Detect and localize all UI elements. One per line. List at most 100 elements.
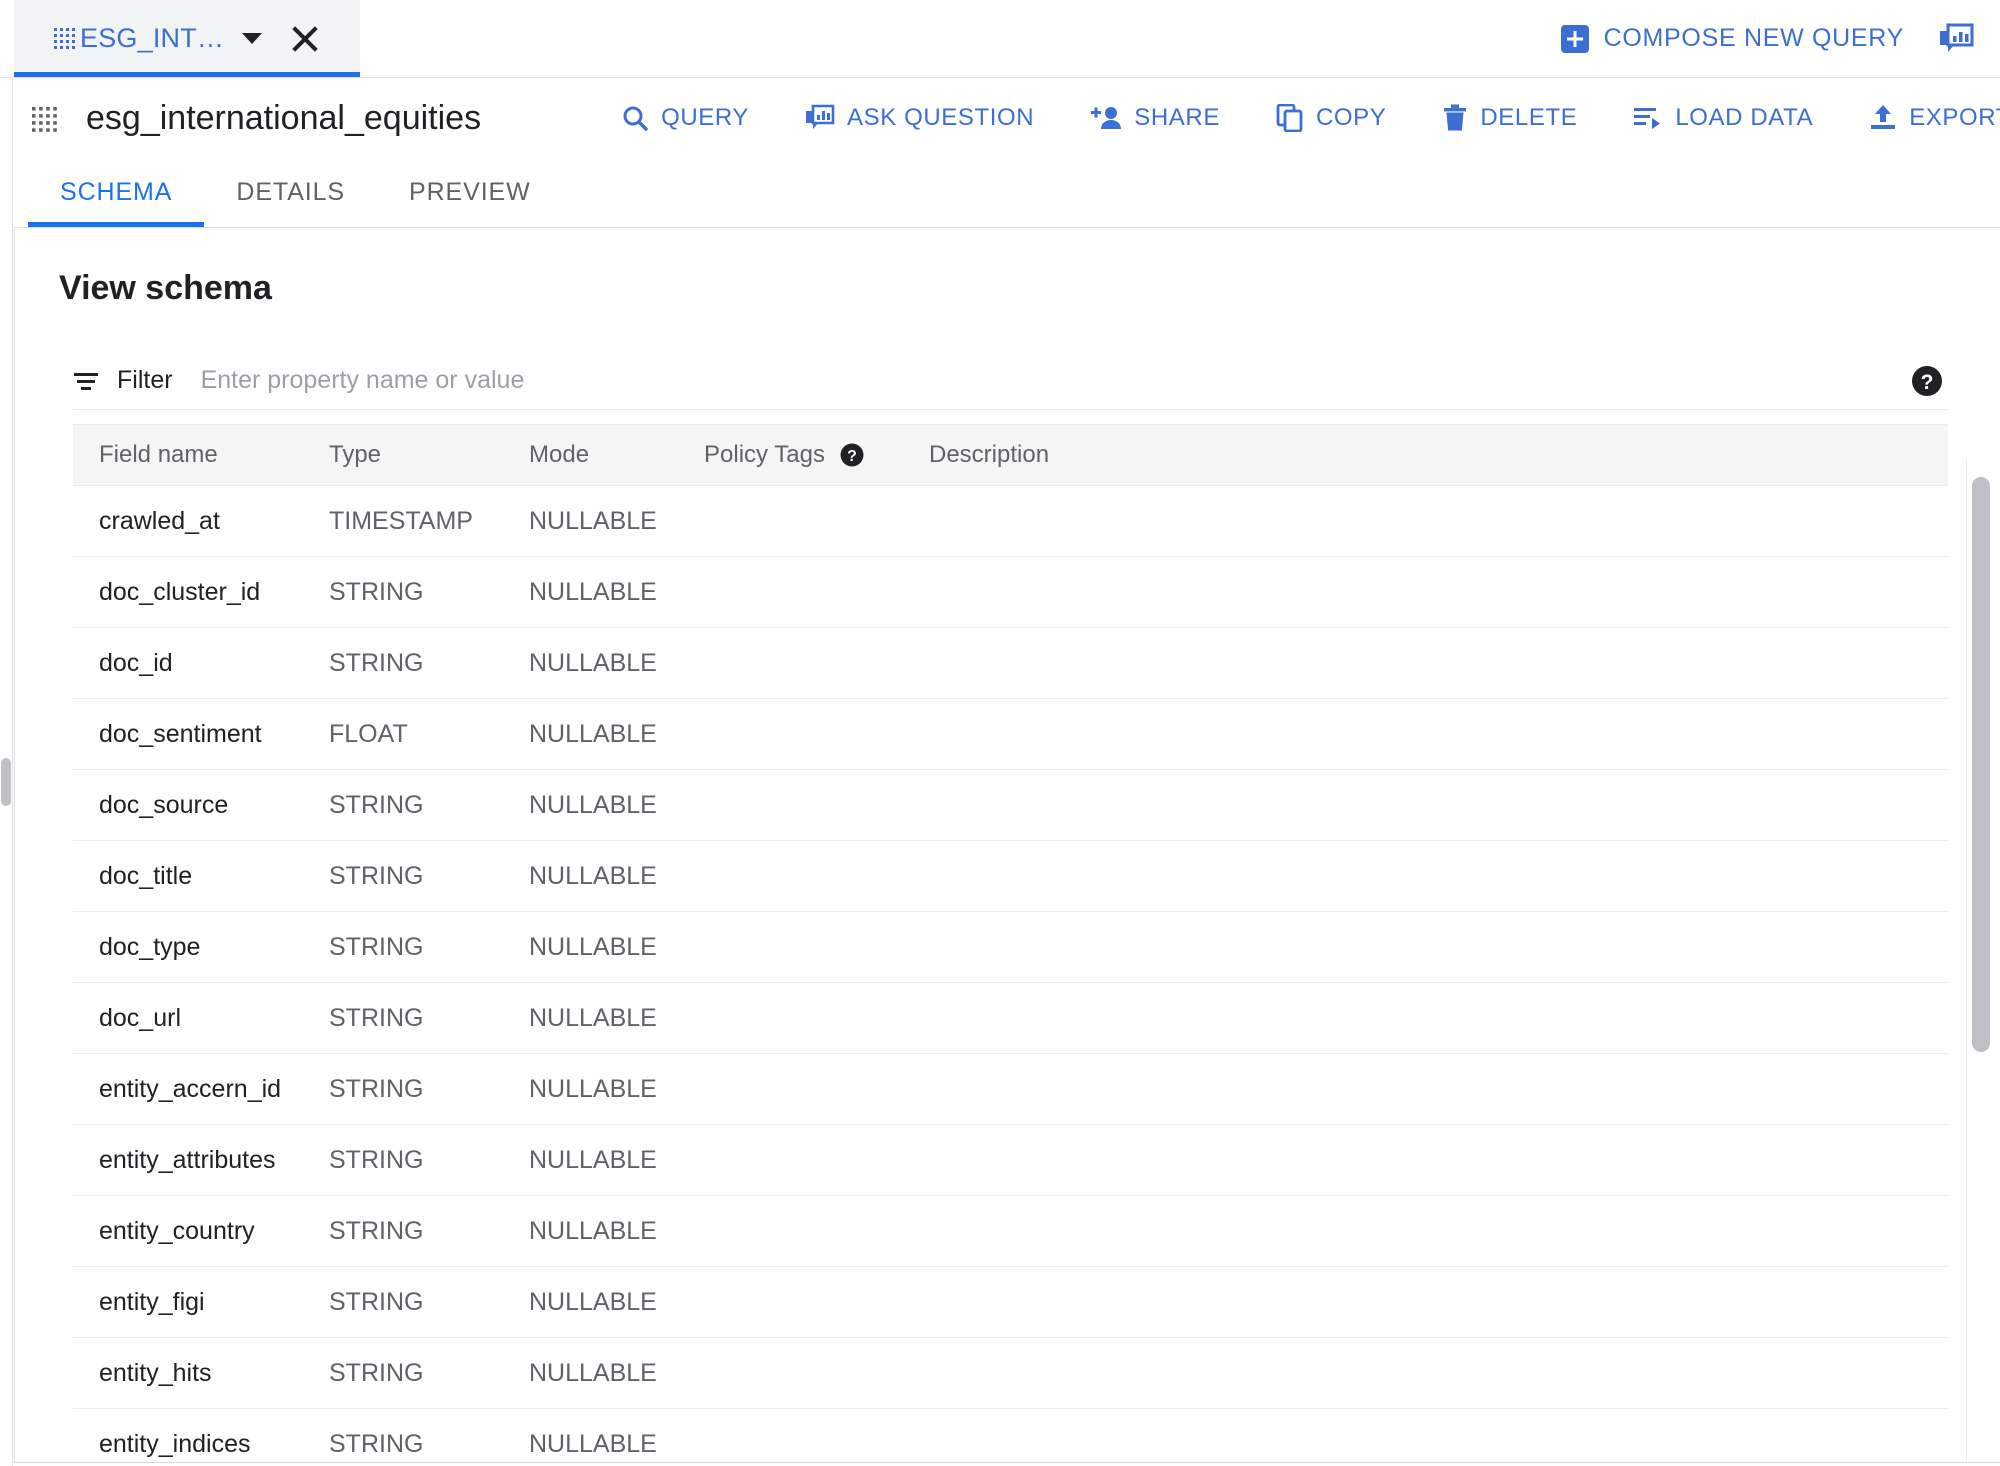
- cell-type: STRING: [329, 1195, 529, 1267]
- cell-tags: [704, 627, 929, 699]
- tab-strip: ESG_INT… COMPOSE NEW QUERY: [0, 0, 2000, 78]
- cell-mode: NULLABLE: [529, 911, 704, 983]
- cell-tags: [704, 1408, 929, 1466]
- tab-details[interactable]: DETAILS: [204, 158, 377, 227]
- table-row[interactable]: entity_indices STRING NULLABLE: [73, 1408, 1948, 1466]
- chevron-down-icon[interactable]: [242, 33, 263, 44]
- col-header-field-name[interactable]: Field name: [73, 424, 329, 486]
- document-tab-esg[interactable]: ESG_INT…: [14, 0, 360, 77]
- cell-description: [929, 485, 1948, 557]
- tab-details-label: DETAILS: [236, 178, 346, 206]
- table-row[interactable]: entity_hits STRING NULLABLE: [73, 1337, 1948, 1409]
- cell-mode: NULLABLE: [529, 840, 704, 912]
- cell-field: entity_indices: [73, 1408, 329, 1466]
- cell-description: [929, 769, 1948, 841]
- cell-field: entity_hits: [73, 1337, 329, 1409]
- ask-question-button[interactable]: ASK QUESTION: [777, 104, 1062, 132]
- table-row[interactable]: doc_url STRING NULLABLE: [73, 982, 1948, 1054]
- cell-field: doc_id: [73, 627, 329, 699]
- schema-table-head: Field name Type Mode Policy Tags ? Descr…: [73, 424, 1948, 486]
- col-header-mode[interactable]: Mode: [529, 424, 704, 486]
- cell-field: crawled_at: [73, 485, 329, 557]
- table-row[interactable]: entity_figi STRING NULLABLE: [73, 1266, 1948, 1338]
- close-icon[interactable]: [288, 22, 322, 56]
- cell-mode: NULLABLE: [529, 1124, 704, 1196]
- add-box-icon: [1560, 24, 1589, 53]
- cell-tags: [704, 1266, 929, 1338]
- table-row[interactable]: doc_id STRING NULLABLE: [73, 627, 1948, 699]
- col-header-policy-tags-label: Policy Tags: [704, 441, 825, 468]
- cell-type: STRING: [329, 982, 529, 1054]
- tab-strip-actions: COMPOSE NEW QUERY: [1560, 0, 2000, 77]
- cell-mode: NULLABLE: [529, 982, 704, 1054]
- cell-type: TIMESTAMP: [329, 485, 529, 557]
- help-icon[interactable]: ?: [839, 442, 865, 468]
- compose-new-query-button[interactable]: COMPOSE NEW QUERY: [1560, 24, 1904, 54]
- cell-field: entity_figi: [73, 1266, 329, 1338]
- left-panel-scrollbar-thumb[interactable]: [1, 758, 11, 806]
- dashboard-chart-icon[interactable]: [1938, 23, 1974, 55]
- cell-field: entity_country: [73, 1195, 329, 1267]
- load-data-button[interactable]: LOAD DATA: [1605, 104, 1841, 132]
- col-header-policy-tags[interactable]: Policy Tags ?: [704, 424, 929, 486]
- filter-label: Filter: [117, 366, 173, 394]
- cell-type: STRING: [329, 769, 529, 841]
- copy-label: COPY: [1315, 104, 1387, 131]
- cell-mode: NULLABLE: [529, 1337, 704, 1409]
- search-icon: [623, 106, 648, 131]
- cell-type: STRING: [329, 1408, 529, 1466]
- bigquery-table-viewer: ESG_INT… COMPOSE NEW QUERY esg_internati…: [0, 0, 2000, 1466]
- cell-type: STRING: [329, 840, 529, 912]
- query-button[interactable]: QUERY: [593, 104, 777, 132]
- svg-text:?: ?: [847, 447, 857, 465]
- cell-field: doc_source: [73, 769, 329, 841]
- cell-description: [929, 1266, 1948, 1338]
- cell-description: [929, 1053, 1948, 1125]
- tab-schema[interactable]: SCHEMA: [28, 158, 205, 227]
- cell-field: doc_cluster_id: [73, 556, 329, 628]
- table-row[interactable]: entity_accern_id STRING NULLABLE: [73, 1053, 1948, 1125]
- col-header-type[interactable]: Type: [329, 424, 529, 486]
- table-row[interactable]: doc_title STRING NULLABLE: [73, 840, 1948, 912]
- person-add-icon: [1091, 107, 1122, 129]
- filter-list-icon: [73, 370, 99, 392]
- compose-new-query-label: COMPOSE NEW QUERY: [1603, 24, 1904, 52]
- cell-mode: NULLABLE: [529, 485, 704, 557]
- ask-question-label: ASK QUESTION: [847, 104, 1035, 131]
- cell-field: doc_type: [73, 911, 329, 983]
- share-button[interactable]: SHARE: [1062, 104, 1248, 132]
- grid-icon: [54, 27, 76, 50]
- table-row[interactable]: doc_cluster_id STRING NULLABLE: [73, 556, 1948, 628]
- table-row[interactable]: doc_source STRING NULLABLE: [73, 769, 1948, 841]
- view-tabs: SCHEMA DETAILS PREVIEW: [14, 158, 2000, 228]
- cell-mode: NULLABLE: [529, 698, 704, 770]
- schema-table: Field name Type Mode Policy Tags ? Descr…: [73, 424, 1948, 1466]
- col-header-mode-label: Mode: [529, 441, 590, 468]
- table-row[interactable]: doc_type STRING NULLABLE: [73, 911, 1948, 983]
- document-tab-label: ESG_INT…: [80, 23, 225, 53]
- tab-preview[interactable]: PREVIEW: [377, 158, 563, 227]
- chart-question-icon: [806, 104, 835, 129]
- cell-field: doc_title: [73, 840, 329, 912]
- col-header-description-label: Description: [929, 441, 1050, 468]
- cell-description: [929, 911, 1948, 983]
- filter-bar: Filter ?: [73, 352, 1948, 410]
- delete-button[interactable]: DELETE: [1414, 104, 1605, 132]
- table-row[interactable]: entity_attributes STRING NULLABLE: [73, 1124, 1948, 1196]
- filter-input[interactable]: [200, 366, 1101, 395]
- help-icon[interactable]: ?: [1910, 364, 1944, 398]
- share-label: SHARE: [1134, 104, 1220, 131]
- table-row[interactable]: crawled_at TIMESTAMP NULLABLE: [73, 485, 1948, 557]
- col-header-description[interactable]: Description: [929, 424, 1948, 486]
- cell-description: [929, 1337, 1948, 1409]
- export-button[interactable]: EXPORT: [1841, 104, 2000, 132]
- cell-tags: [704, 1124, 929, 1196]
- cell-description: [929, 1408, 1948, 1466]
- vertical-scrollbar-thumb[interactable]: [1972, 477, 1990, 1052]
- copy-button[interactable]: COPY: [1248, 104, 1414, 132]
- cell-description: [929, 556, 1948, 628]
- cell-mode: NULLABLE: [529, 556, 704, 628]
- table-row[interactable]: entity_country STRING NULLABLE: [73, 1195, 1948, 1267]
- query-label: QUERY: [661, 104, 749, 131]
- table-row[interactable]: doc_sentiment FLOAT NULLABLE: [73, 698, 1948, 770]
